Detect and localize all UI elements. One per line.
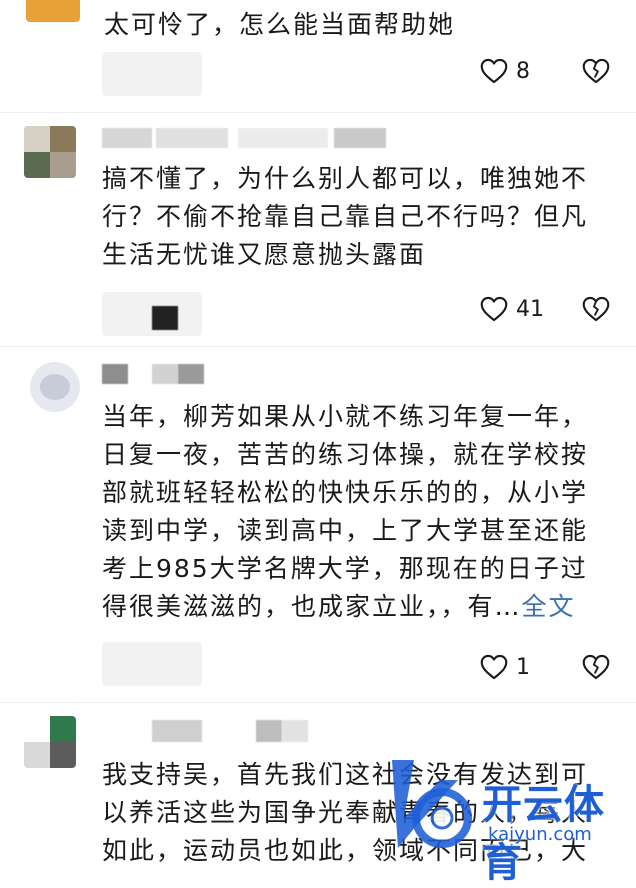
dislike-button[interactable] [582, 654, 610, 680]
username-blurred [152, 720, 202, 742]
heart-outline-icon [480, 296, 508, 322]
like-count: 8 [516, 58, 530, 84]
like-count: 41 [516, 296, 544, 322]
username-blurred [102, 128, 152, 148]
like-button[interactable]: 41 [480, 296, 544, 322]
heart-outline-icon [480, 58, 508, 84]
timestamp-blurred [238, 128, 328, 148]
avatar[interactable] [24, 126, 76, 178]
meta-icon-blurred [152, 306, 178, 330]
comment-meta-blurred [102, 52, 202, 96]
avatar[interactable] [30, 362, 80, 412]
like-count: 1 [516, 654, 530, 680]
dislike-button[interactable] [582, 58, 610, 84]
comment-text: 太可怜了，怎么能当面帮助她 [104, 10, 456, 39]
broken-heart-icon [582, 58, 610, 84]
comment-text-body: 当年，柳芳如果从小就不练习年复一年，日复一夜，苦苦的练习体操，就在学校按部就班轻… [102, 402, 589, 621]
username-blurred [178, 364, 204, 384]
expand-full-text-link[interactable]: 全文 [522, 592, 576, 621]
comment-text: 当年，柳芳如果从小就不练习年复一年，日复一夜，苦苦的练习体操，就在学校按部就班轻… [102, 398, 612, 626]
heart-outline-icon [480, 654, 508, 680]
timestamp-blurred [282, 720, 308, 742]
username-blurred [152, 364, 178, 384]
timestamp-blurred [334, 128, 386, 148]
comment-text: 我支持吴，首先我们这社会没有发达到可以养活这些为国争光奉献青春的人，每人如此，运… [102, 760, 589, 865]
like-button[interactable]: 8 [480, 58, 530, 84]
comment-text: 搞不懂了，为什么别人都可以，唯独她不行？不偷不抢靠自己靠自己不行吗？但凡生活无忧… [102, 164, 589, 269]
avatar[interactable] [24, 716, 76, 768]
divider [0, 346, 636, 347]
divider [0, 112, 636, 113]
avatar[interactable] [26, 0, 80, 22]
comment-meta-blurred [102, 642, 202, 686]
broken-heart-icon [582, 654, 610, 680]
timestamp-blurred [256, 720, 282, 742]
username-blurred [102, 364, 128, 384]
username-blurred [156, 128, 228, 148]
dislike-button[interactable] [582, 296, 610, 322]
divider [0, 702, 636, 703]
broken-heart-icon [582, 296, 610, 322]
like-button[interactable]: 1 [480, 654, 530, 680]
